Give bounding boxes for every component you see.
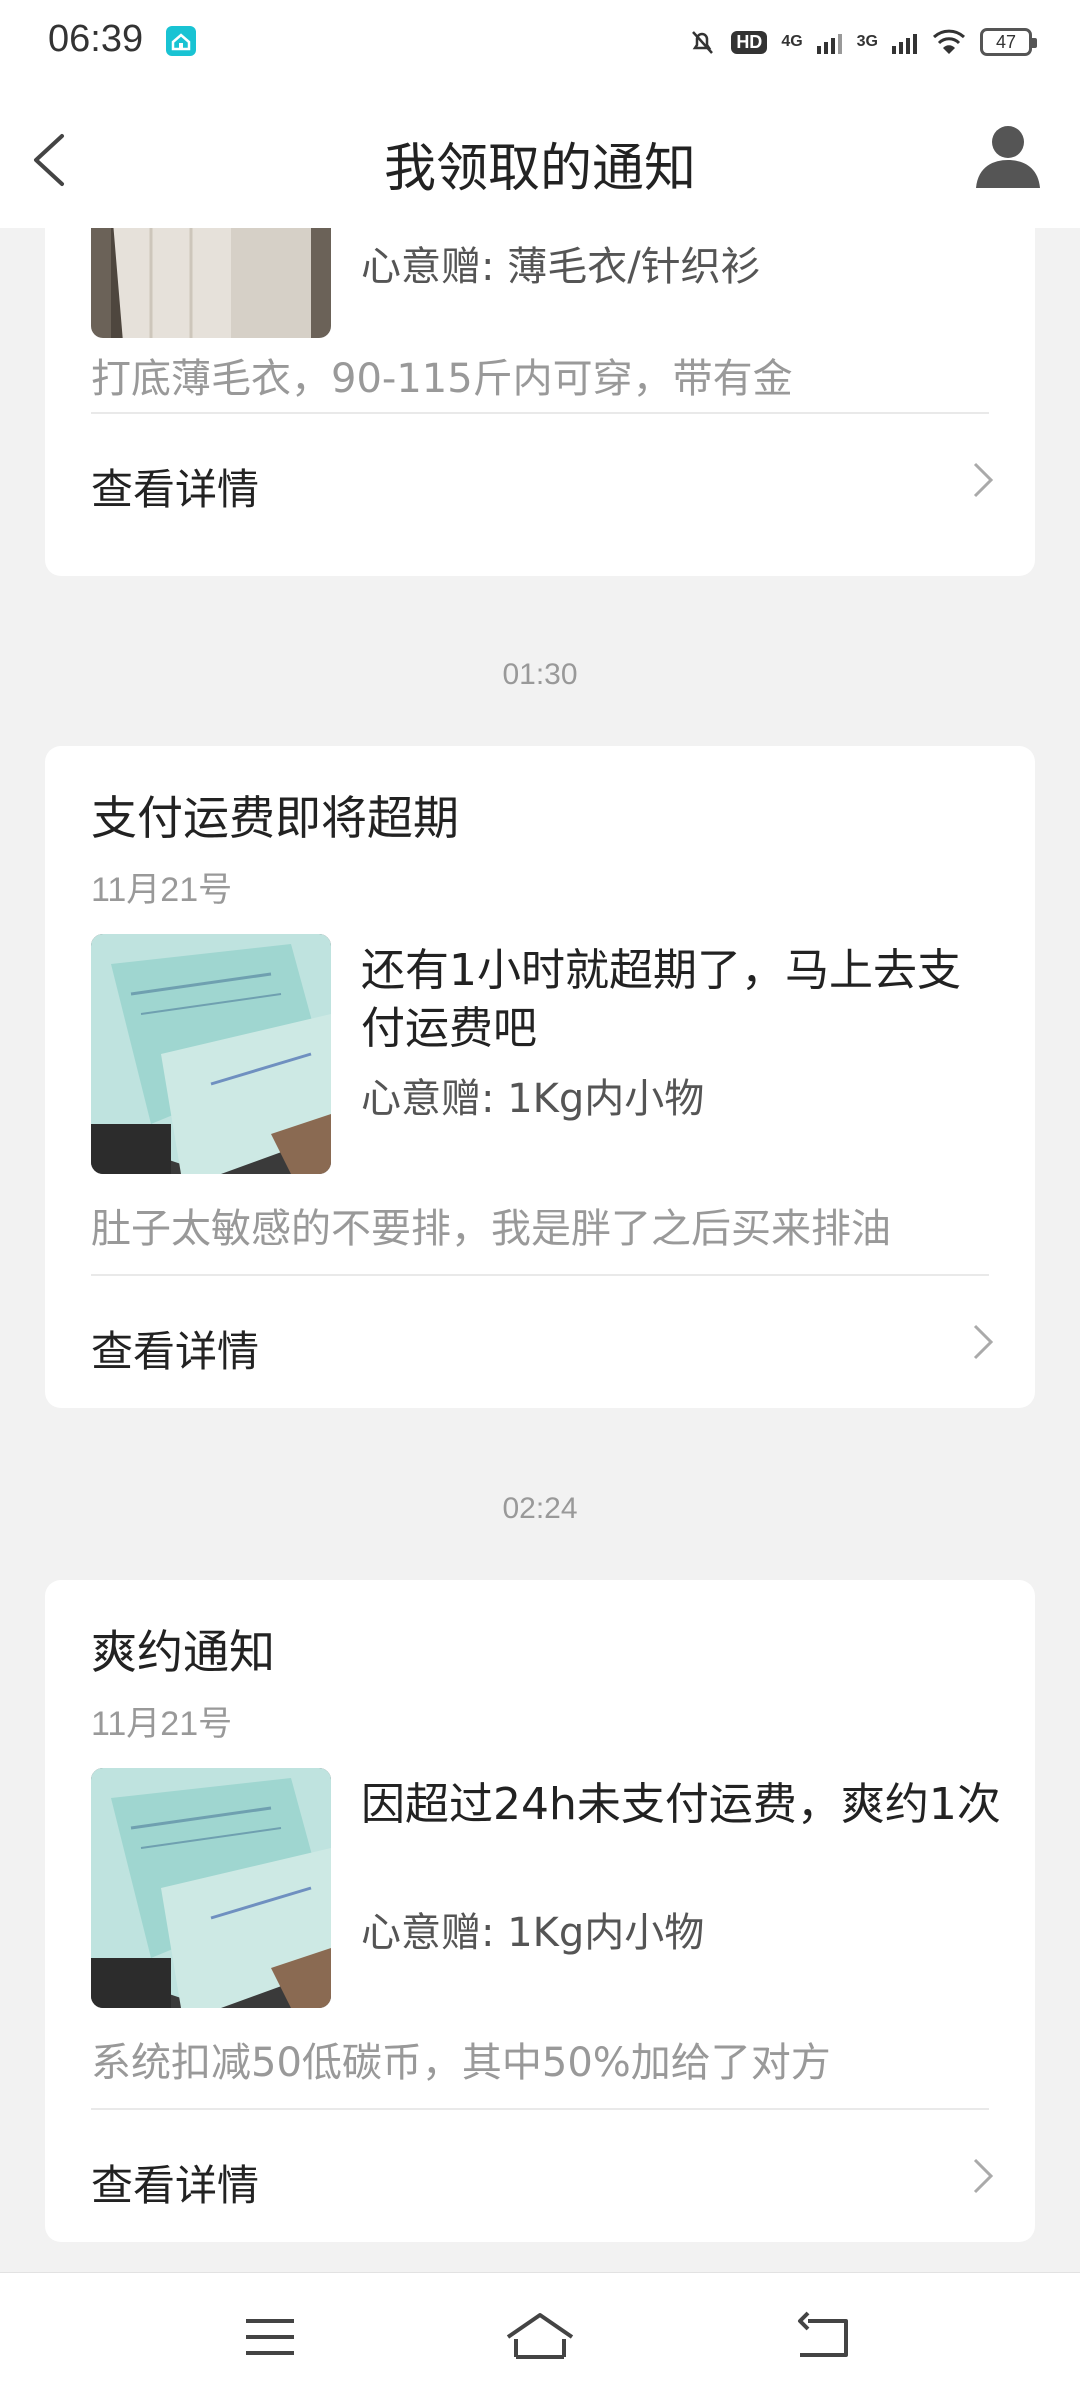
battery-level: 47 — [995, 31, 1017, 52]
notification-title: 支付运费即将超期 — [91, 791, 459, 845]
battery-icon: 47 — [980, 28, 1037, 56]
signal-icon — [892, 34, 917, 54]
chevron-right-icon — [973, 1324, 994, 1360]
back-icon — [798, 2311, 848, 2357]
item-description: 肚子太敏感的不要排，我是胖了之后买来排油 — [91, 1206, 891, 1252]
net-3g-label: 3G — [856, 33, 878, 50]
gift-label: 心意赠: 1Kg内小物 — [361, 1910, 705, 1956]
signal-icon — [816, 34, 842, 54]
item-thumbnail — [91, 934, 331, 1174]
time-separator: 01:30 — [502, 658, 578, 691]
item-thumbnail — [91, 228, 331, 338]
notification-card: 心意赠: 薄毛衣/针织衫 打底薄毛衣，90-115斤内可穿，带有金 查看详情 — [45, 228, 1035, 576]
view-details-button[interactable]: 查看详情 — [45, 1276, 1035, 1408]
notification-message: 因超过24h未支付运费，爽约1次 — [361, 1779, 1001, 1830]
item-description: 系统扣减50低碳币，其中50%加给了对方 — [91, 2040, 831, 2086]
title-bar: 我领取的通知 — [0, 84, 1080, 228]
notification-list[interactable]: 心意赠: 薄毛衣/针织衫 打底薄毛衣，90-115斤内可穿，带有金 查看详情 0… — [0, 228, 1080, 2272]
chevron-right-icon — [973, 2158, 994, 2194]
status-bar: 06:39 HD 4G 3G 47 — [0, 0, 1080, 84]
home-button[interactable] — [502, 2307, 578, 2367]
gift-label: 心意赠: 薄毛衣/针织衫 — [361, 244, 761, 290]
menu-icon — [246, 2319, 294, 2355]
wifi-icon — [932, 29, 966, 54]
notification-card: 支付运费即将超期 11月21号 还有1小时就超期了，马上去支付运费吧 心意赠: … — [45, 746, 1035, 1408]
system-nav-bar — [0, 2272, 1080, 2400]
user-profile-icon — [976, 126, 1040, 188]
page-title: 我领取的通知 — [383, 139, 696, 199]
status-icons: HD 4G 3G 47 — [687, 22, 1037, 62]
view-details-button[interactable]: 查看详情 — [45, 414, 1035, 546]
item-thumbnail — [91, 1768, 331, 2008]
net-4g-label: 4G — [781, 33, 803, 50]
profile-button[interactable] — [970, 118, 1046, 194]
view-details-button[interactable]: 查看详情 — [45, 2110, 1035, 2242]
hd-badge: HD — [731, 30, 768, 54]
chevron-right-icon — [973, 462, 994, 498]
notification-date: 11月21号 — [91, 1705, 233, 1743]
notification-card: 爽约通知 11月21号 因超过24h未支付运费，爽约1次 心意赠: 1Kg内小物… — [45, 1580, 1035, 2242]
nav-back-button[interactable] — [790, 2307, 854, 2367]
view-details-label: 查看详情 — [91, 465, 260, 514]
app-notification-icon — [166, 26, 196, 56]
notification-title: 爽约通知 — [91, 1625, 275, 1679]
view-details-label: 查看详情 — [91, 2161, 260, 2210]
view-details-label: 查看详情 — [91, 1327, 260, 1376]
time-separator: 02:24 — [502, 1492, 578, 1525]
home-icon — [506, 2313, 574, 2359]
notification-date: 11月21号 — [91, 871, 233, 909]
menu-button[interactable] — [238, 2307, 302, 2367]
gift-label: 心意赠: 1Kg内小物 — [361, 1076, 705, 1122]
notification-message: 还有1小时就超期了，马上去支付运费吧 — [361, 945, 961, 1054]
status-time: 06:39 — [48, 18, 144, 60]
mute-bell-icon — [692, 31, 714, 54]
item-description: 打底薄毛衣，90-115斤内可穿，带有金 — [91, 356, 793, 402]
